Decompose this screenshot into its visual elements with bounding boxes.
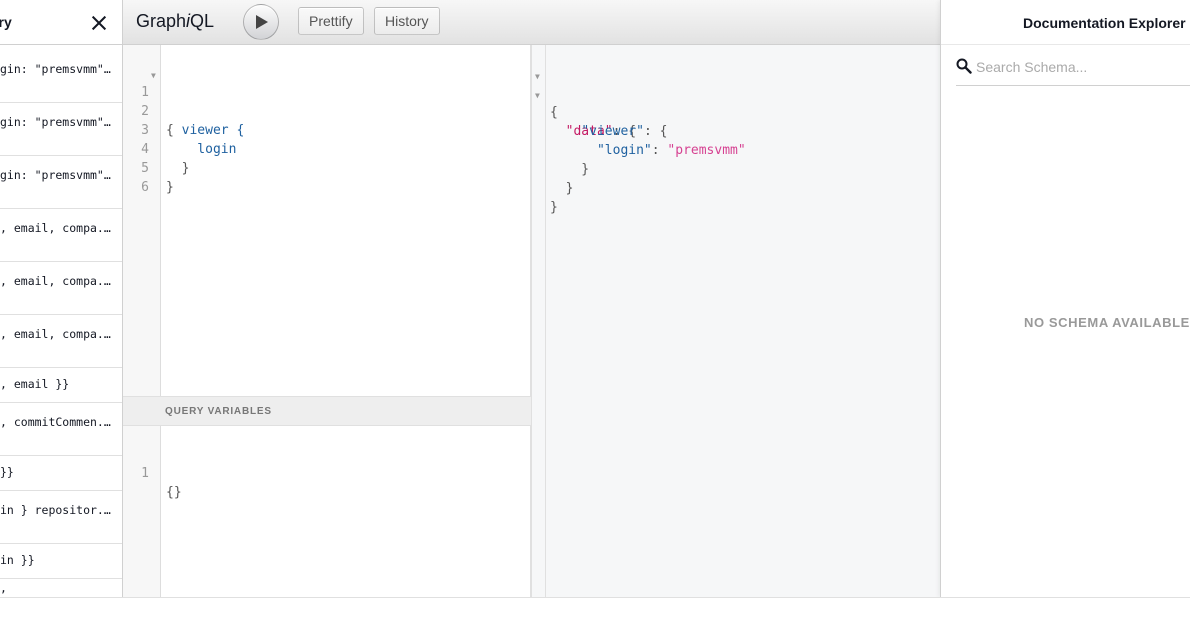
- play-icon: [256, 15, 268, 29]
- history-list: gin: "premsvmm" ... gin: "premsvmm" ... …: [0, 50, 122, 597]
- history-item[interactable]: , email, compa...: [0, 315, 122, 368]
- execute-query-button[interactable]: [243, 4, 279, 40]
- result-pane: ▼ { ▼ "data": { "viewer": { "login": "pr…: [531, 45, 940, 597]
- code-line: "viewer": {: [581, 124, 668, 139]
- no-schema-message: NO SCHEMA AVAILABLE: [1024, 315, 1190, 330]
- code-line: 1 {}: [141, 466, 182, 500]
- history-item[interactable]: }}: [0, 456, 122, 491]
- code-line: 4 }: [141, 142, 190, 176]
- code-line: 6: [141, 180, 149, 195]
- history-item[interactable]: gin: "premsvmm" ...: [0, 50, 122, 103]
- query-editor[interactable]: 1 ▼ { 2 viewer { 3 login 4 } 5 } 6: [123, 45, 531, 396]
- search-icon: [956, 58, 972, 74]
- documentation-explorer: Documentation Explorer NO SCHEMA AVAILAB…: [940, 0, 1190, 597]
- history-item[interactable]: gin: "premsvmm" ...: [0, 103, 122, 156]
- schema-search: [956, 54, 1190, 86]
- bottom-strip: [0, 597, 1190, 625]
- variables-editor[interactable]: 1 {}: [123, 426, 531, 597]
- close-history-button[interactable]: [88, 12, 110, 34]
- code-line: }: [550, 200, 558, 215]
- history-header: ory: [0, 0, 122, 45]
- code-line: 5 }: [141, 161, 174, 195]
- code-line: ▼ {: [532, 65, 579, 120]
- search-schema-input[interactable]: [976, 59, 1186, 75]
- history-item[interactable]: gin: "premsvmm" ...: [0, 156, 122, 209]
- history-item[interactable]: , commitCommen...: [0, 403, 122, 456]
- history-item[interactable]: in } repositor...: [0, 491, 122, 544]
- query-variables-header[interactable]: Query Variables: [123, 396, 531, 426]
- history-pane: ory gin: "premsvmm" ... gin: "premsvmm" …: [0, 0, 123, 597]
- query-variables-title: Query Variables: [165, 406, 272, 417]
- code-line: }: [550, 181, 574, 196]
- code-line: }: [550, 162, 590, 177]
- code-line: "login": "premsvmm": [596, 143, 746, 158]
- toolbar: GraphiQL Prettify History: [123, 0, 940, 45]
- history-title: ory: [0, 14, 12, 30]
- history-item[interactable]: , email }}: [0, 368, 122, 403]
- graphiql-logo: GraphiQL: [136, 11, 215, 31]
- history-item[interactable]: , email, compa...: [0, 262, 122, 315]
- code-line: ▼ "data": {: [532, 84, 636, 139]
- history-button[interactable]: History: [374, 7, 440, 35]
- history-item[interactable]: in }}: [0, 544, 122, 579]
- history-item[interactable]: , email, compa...: [0, 209, 122, 262]
- docs-header: Documentation Explorer: [941, 0, 1190, 45]
- docs-title: Documentation Explorer: [1023, 15, 1186, 31]
- code-line: 2 viewer {: [141, 104, 245, 138]
- code-line: 3 login: [141, 123, 237, 157]
- history-item[interactable]: ,: [0, 579, 122, 597]
- prettify-button[interactable]: Prettify: [298, 7, 364, 35]
- code-line: 1 ▼ {: [123, 64, 174, 138]
